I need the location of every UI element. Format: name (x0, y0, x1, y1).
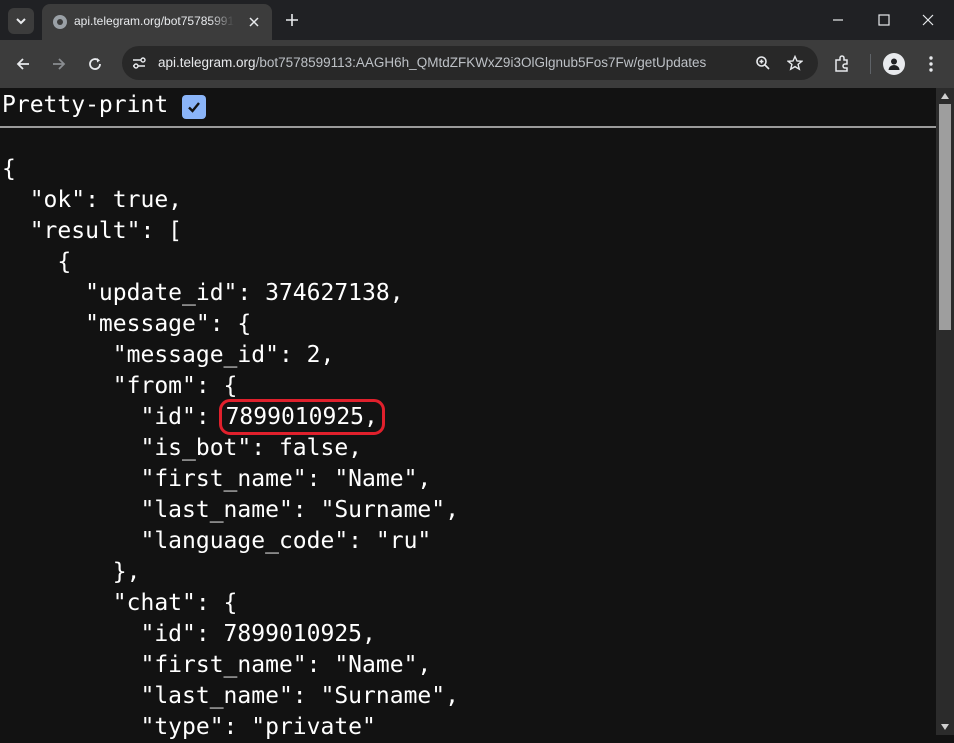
json-line: "from": { (2, 373, 238, 399)
vertical-scrollbar[interactable] (936, 88, 954, 735)
scroll-down-arrow-icon[interactable] (936, 719, 954, 735)
checkmark-icon (188, 102, 200, 113)
json-line: "last_name": "Surname", (2, 683, 459, 709)
json-line: "message_id": 2, (2, 342, 335, 368)
minimize-icon (833, 19, 843, 21)
extensions-button[interactable] (830, 52, 854, 76)
reload-button[interactable] (83, 52, 107, 76)
profile-button[interactable] (882, 52, 906, 76)
url-path: /bot7578599113:AAGH6h_QMtdZFKWxZ9i3OlGlg… (255, 55, 707, 70)
scrollbar-thumb[interactable] (939, 104, 951, 330)
json-line: "is_bot": false, (2, 435, 363, 461)
json-line: "result": [ (2, 218, 183, 244)
scroll-up-arrow-icon[interactable] (936, 88, 954, 104)
toolbar-divider (870, 54, 871, 74)
back-icon (16, 58, 29, 70)
json-response: { "ok": true, "result": [ { "update_id":… (2, 154, 459, 743)
json-line: "first_name": "Name", (2, 466, 432, 492)
profile-icon (883, 53, 905, 75)
json-line: "type": "private" (2, 714, 376, 740)
browser-tab[interactable]: api.telegram.org/bot7578599113 (42, 4, 272, 40)
json-line: "last_name": "Surname", (2, 497, 459, 523)
url-host: api.telegram.org (158, 55, 256, 70)
star-icon[interactable] (786, 54, 804, 72)
address-bar[interactable]: api.telegram.org/bot7578599113:AAGH6h_QM… (122, 46, 818, 80)
browser-toolbar: api.telegram.org/bot7578599113:AAGH6h_QM… (0, 40, 954, 88)
globe-icon (52, 14, 68, 30)
more-menu-button[interactable] (919, 52, 943, 76)
plus-icon (286, 14, 298, 26)
forward-icon (53, 58, 66, 70)
title-bar: api.telegram.org/bot7578599113 (0, 0, 954, 40)
close-icon[interactable] (246, 14, 262, 30)
highlighted-user-id: 7899010925, (218, 399, 385, 435)
site-info-icon[interactable] (130, 54, 148, 72)
back-button[interactable] (11, 52, 35, 76)
chevron-down-icon (16, 18, 26, 25)
json-line: "ok": true, (2, 187, 183, 213)
maximize-button[interactable] (874, 10, 894, 30)
reload-icon (89, 58, 101, 70)
maximize-icon (878, 14, 890, 26)
new-tab-button[interactable] (282, 10, 302, 30)
minimize-button[interactable] (828, 10, 848, 30)
forward-button[interactable] (47, 52, 71, 76)
json-line: "id": 7899010925, (2, 621, 376, 647)
json-line: "chat": { (2, 590, 238, 616)
json-line: "language_code": "ru" (2, 528, 432, 554)
tab-title: api.telegram.org/bot7578599113 (74, 14, 234, 28)
json-line: "update_id": 374627138, (2, 280, 404, 306)
tab-search-button[interactable] (8, 8, 34, 34)
more-icon (929, 56, 933, 72)
close-window-button[interactable] (918, 10, 938, 30)
json-line: { (2, 249, 72, 275)
url-text[interactable]: api.telegram.org/bot7578599113:AAGH6h_QM… (158, 55, 706, 70)
json-line: "message": { (2, 311, 252, 337)
json-line: "id": (2, 404, 224, 430)
json-line: }, (2, 559, 141, 585)
pretty-print-checkbox[interactable] (182, 95, 206, 119)
close-window-icon (922, 14, 934, 26)
pretty-print-bar: Pretty-print (0, 88, 936, 128)
json-line: "first_name": "Name", (2, 652, 432, 678)
zoom-icon[interactable] (754, 54, 772, 72)
extensions-icon (835, 55, 848, 72)
json-line: { (2, 156, 16, 182)
pretty-print-label: Pretty-print (2, 92, 169, 118)
